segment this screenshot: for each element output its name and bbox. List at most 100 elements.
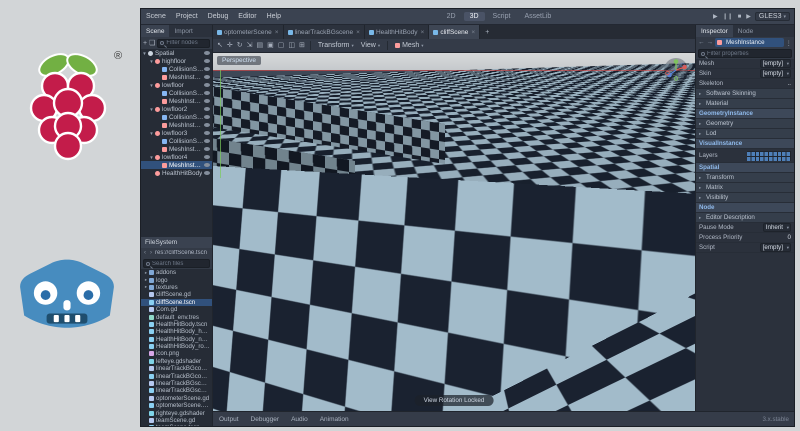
menu-item[interactable]: Scene — [141, 13, 171, 20]
scene-tree-node[interactable]: MeshInstance — [141, 161, 212, 169]
file-row[interactable]: ▸ addons — [141, 269, 212, 276]
close-icon[interactable] — [421, 29, 425, 36]
file-row[interactable]: linearTrackBGscene.gd — [141, 380, 212, 387]
scene-tree-node[interactable]: ▼ lowfloor — [141, 81, 212, 89]
lock-icon[interactable]: ▣ — [267, 42, 274, 49]
visibility-eye-icon[interactable] — [204, 59, 210, 63]
tab-node[interactable]: Node — [733, 25, 759, 37]
scene-tree-node[interactable]: ▼ lowfloor4 — [141, 153, 212, 161]
property-value[interactable]: [empty] — [759, 69, 791, 78]
scene-tree-node[interactable]: ▼ lowfloor2 — [141, 105, 212, 113]
inspector-row[interactable]: Skeleton .. — [696, 79, 794, 89]
visibility-eye-icon[interactable] — [204, 131, 210, 135]
inspector-row[interactable]: Material — [696, 99, 794, 109]
instance-scene-button[interactable]: ❏ — [149, 39, 155, 47]
visibility-eye-icon[interactable] — [204, 139, 210, 143]
mesh-menu[interactable]: Mesh — [393, 42, 425, 49]
back-arrow-icon[interactable]: ‹ — [143, 250, 147, 256]
property-value[interactable] — [747, 150, 791, 161]
forward-arrow-icon[interactable]: › — [149, 250, 153, 256]
inspector-row[interactable]: Process Priority 0 — [696, 233, 794, 243]
inspector-row[interactable]: Geometry — [696, 119, 794, 129]
inspector-row[interactable]: Skin [empty] — [696, 69, 794, 79]
rect-select-tool-icon[interactable]: ▤ — [257, 42, 264, 49]
stop-button[interactable]: ■ — [737, 14, 743, 20]
scene-tree-node[interactable]: ▼ Spatial — [141, 49, 212, 57]
workspace-tab[interactable]: 2D — [441, 12, 462, 21]
file-row[interactable]: default_env.tres — [141, 313, 212, 321]
file-row[interactable]: teamScene.gd — [141, 417, 212, 424]
rotate-tool-icon[interactable]: ↻ — [237, 42, 243, 49]
visibility-eye-icon[interactable] — [204, 171, 210, 175]
file-row[interactable]: optometerScene.tscn — [141, 402, 212, 409]
bottom-panel-tab[interactable]: Audio — [285, 416, 314, 423]
scene-tree-node[interactable]: ▼ lowfloor3 — [141, 129, 212, 137]
new-scene-tab-button[interactable]: + — [480, 25, 494, 39]
menu-item[interactable]: Help — [262, 13, 286, 20]
menu-item[interactable]: Project — [171, 13, 203, 20]
bottom-panel-tab[interactable]: Animation — [314, 416, 355, 423]
expand-arrow-icon[interactable]: ▼ — [148, 59, 155, 64]
file-row[interactable]: linearTrackBGcone.tscn — [141, 372, 212, 380]
history-forward-icon[interactable]: → — [707, 39, 714, 46]
inspector-row[interactable]: Matrix — [696, 183, 794, 193]
visibility-eye-icon[interactable] — [204, 107, 210, 111]
expand-arrow-icon[interactable]: ▼ — [141, 51, 148, 56]
inspector-row[interactable]: Spatial — [696, 163, 794, 173]
inspector-row[interactable]: Lod — [696, 129, 794, 139]
scene-tree-node[interactable]: ▼ highfloor — [141, 57, 212, 65]
scene-tab[interactable]: HealthHitBody — [364, 25, 430, 39]
edited-node-button[interactable]: MeshInstance — [715, 38, 784, 47]
search-files-input[interactable] — [152, 260, 207, 267]
visibility-eye-icon[interactable] — [204, 67, 210, 71]
workspace-tab[interactable]: Script — [487, 12, 517, 21]
inspector-tools-icon[interactable]: ⋮ — [786, 39, 793, 47]
tab-inspector[interactable]: Inspector — [696, 25, 733, 37]
scale-tool-icon[interactable]: ⇲ — [247, 42, 253, 49]
inspector-row[interactable]: GeometryInstance — [696, 109, 794, 119]
property-value[interactable]: 0 — [788, 234, 791, 241]
viewport-3d[interactable]: Perspective View Rotation Locked — [213, 53, 695, 411]
file-row[interactable]: teamScene.tscn — [141, 424, 212, 426]
visibility-eye-icon[interactable] — [204, 75, 210, 79]
close-icon[interactable] — [275, 29, 279, 36]
file-row[interactable]: icon.png — [141, 350, 212, 357]
inspector-row[interactable]: Transform — [696, 173, 794, 183]
inspector-row[interactable]: Script [empty] — [696, 243, 794, 253]
inspector-row[interactable]: Mesh [empty] — [696, 59, 794, 69]
projection-button[interactable]: Perspective — [217, 56, 261, 65]
file-row[interactable]: cliffScene.tscn — [141, 298, 212, 306]
expand-arrow-icon[interactable]: ▼ — [148, 131, 155, 136]
scene-tab[interactable]: linearTrackBGscene — [283, 25, 365, 39]
scene-tree-node[interactable]: MeshInstance — [141, 97, 212, 105]
property-value[interactable]: .. — [788, 80, 791, 87]
axis-gizmo[interactable] — [663, 57, 689, 83]
pause-button[interactable]: ❙❙ — [722, 13, 734, 20]
bottom-panel-tab[interactable]: Debugger — [245, 416, 286, 423]
scene-tree-node[interactable]: MeshInstance — [141, 73, 212, 81]
scene-tree-node[interactable]: CollisionShape — [141, 113, 212, 121]
visibility-eye-icon[interactable] — [204, 99, 210, 103]
workspace-tab[interactable]: AssetLib — [518, 12, 557, 21]
tab-import[interactable]: Import — [169, 25, 197, 37]
close-icon[interactable] — [471, 29, 475, 36]
snap-icon[interactable]: ⊞ — [299, 42, 305, 49]
scene-tree-node[interactable]: CollisionShape — [141, 137, 212, 145]
select-tool-icon[interactable]: ↖ — [217, 42, 223, 49]
expand-arrow-icon[interactable]: ▼ — [148, 107, 155, 112]
file-row[interactable]: HealthHitBody_headset.tscn — [141, 328, 212, 335]
property-value[interactable]: [empty] — [759, 243, 791, 252]
visibility-eye-icon[interactable] — [204, 83, 210, 87]
inspector-row[interactable]: Editor Description — [696, 213, 794, 223]
add-node-button[interactable]: + — [143, 40, 147, 47]
visibility-eye-icon[interactable] — [204, 147, 210, 151]
filter-properties-input[interactable] — [707, 50, 789, 57]
file-row[interactable]: HealthHitBody_notebook.tscn — [141, 336, 212, 343]
expand-arrow-icon[interactable]: ▼ — [148, 83, 155, 88]
move-tool-icon[interactable]: ✛ — [227, 42, 233, 49]
close-icon[interactable] — [356, 29, 360, 36]
visibility-eye-icon[interactable] — [204, 51, 210, 55]
expand-arrow-icon[interactable]: ▼ — [148, 155, 155, 160]
file-row[interactable]: righteye.gdshader — [141, 409, 212, 417]
visibility-eye-icon[interactable] — [204, 163, 210, 167]
